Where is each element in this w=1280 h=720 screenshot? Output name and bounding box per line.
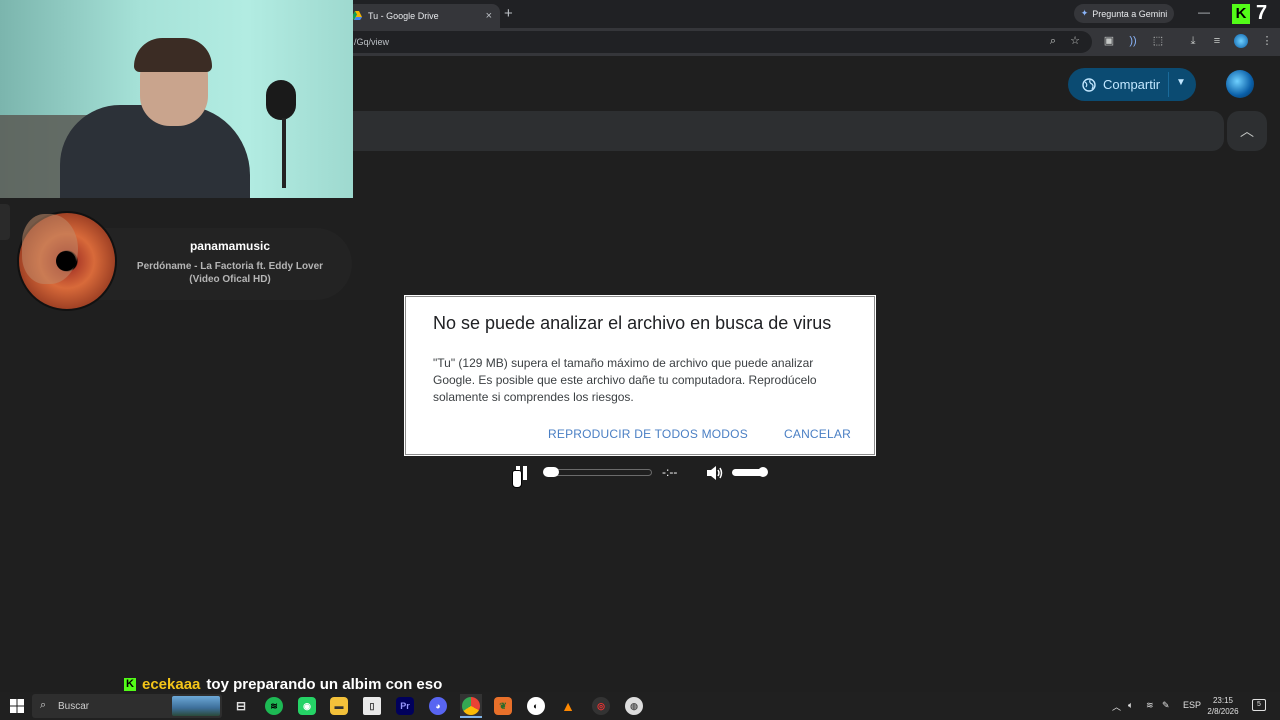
chat-message: K ecekaaa toy preparando un albim con es… — [124, 676, 442, 693]
url-text: /Gq/view — [354, 37, 390, 47]
kick-logo-icon: K — [1232, 4, 1250, 24]
share-dropdown-icon[interactable]: ▼ — [1176, 77, 1186, 88]
hand-cursor-icon — [512, 470, 522, 488]
notification-icon[interactable]: 5 — [1252, 699, 1266, 711]
whatsapp-icon[interactable]: ◉ — [298, 697, 316, 715]
dialog-body: "Tu" (129 MB) supera el tamaño máximo de… — [433, 356, 817, 404]
tab-close-icon[interactable]: × — [486, 10, 492, 22]
notepad-icon[interactable]: ▯ — [363, 697, 381, 715]
address-bar[interactable]: /Gq/view — [340, 31, 1092, 53]
browser-tab-drive[interactable]: Tu - Google Drive × — [346, 4, 500, 28]
virus-scan-dialog: No se puede analizar el archivo en busca… — [405, 296, 875, 455]
time-display: -:-- — [662, 465, 678, 479]
volume-knob[interactable] — [758, 467, 768, 477]
extension-audio-icon[interactable]: )) — [1126, 34, 1140, 48]
album-art-face — [22, 214, 78, 284]
language-indicator[interactable]: ESP — [1183, 700, 1201, 710]
extensions-puzzle-icon[interactable]: ⬚ — [1151, 34, 1165, 48]
download-icon[interactable]: ⤓ — [1186, 34, 1200, 48]
account-avatar[interactable] — [1226, 70, 1254, 98]
taskbar-search[interactable]: ⌕ Buscar — [32, 694, 222, 718]
side-tab — [0, 204, 10, 240]
fl-studio-icon[interactable]: ❦ — [494, 697, 512, 715]
reading-list-icon[interactable]: ≡ — [1210, 34, 1224, 48]
now-playing-username: panamamusic — [189, 239, 271, 253]
misc-app-icon[interactable]: ◍ — [625, 697, 643, 715]
share-divider — [1168, 72, 1169, 97]
extension-game-icon[interactable]: ▣ — [1102, 34, 1116, 48]
taskbar-clock[interactable]: 23:15 2/8/2026 — [1204, 695, 1242, 717]
profile-avatar-icon[interactable] — [1234, 34, 1248, 48]
vlc-icon[interactable]: ▲ — [559, 697, 577, 715]
kick-badge-icon: K — [124, 678, 136, 691]
now-playing-track: Perdóname - La Factoria ft. Eddy Lover (… — [136, 261, 324, 285]
webcam-streamer-hair — [134, 38, 212, 72]
speaker-icon[interactable]: 🔈︎ — [1128, 700, 1133, 711]
task-view-icon[interactable]: ⊟ — [232, 697, 250, 715]
chat-username: ecekaaa — [142, 676, 201, 693]
new-tab-button[interactable]: + — [504, 5, 513, 22]
webcam-mic-arm — [282, 118, 286, 188]
cancel-button[interactable]: CANCELAR — [784, 427, 851, 441]
search-placeholder: Buscar — [58, 700, 90, 712]
viewer-count: 7 — [1256, 2, 1268, 24]
gemini-button[interactable]: ✦ Pregunta a Gemini — [1074, 4, 1174, 23]
discord-icon[interactable]: ◕ — [429, 697, 447, 715]
file-info-bar — [346, 111, 1224, 151]
file-explorer-icon[interactable]: ▬ — [330, 697, 348, 715]
minimize-button[interactable]: — — [1198, 5, 1210, 19]
chat-text: toy preparando un albim con eso — [206, 676, 443, 693]
search-highlight-image — [172, 696, 220, 716]
pen-icon[interactable]: ✎ — [1162, 700, 1170, 711]
tray-expand-icon[interactable]: ︿ — [1112, 700, 1121, 713]
share-label: Compartir — [1103, 77, 1161, 92]
wifi-icon[interactable]: ≋ — [1146, 700, 1154, 711]
dialog-title: No se puede analizar el archivo en busca… — [433, 313, 832, 333]
bookmark-star-icon[interactable]: ☆ — [1068, 34, 1082, 48]
play-anyway-button[interactable]: REPRODUCIR DE TODOS MODOS — [548, 427, 748, 441]
premiere-pro-icon[interactable]: Pr — [396, 697, 414, 715]
spotify-icon[interactable]: ≋ — [265, 697, 283, 715]
seek-bar[interactable] — [544, 469, 652, 476]
obs-icon[interactable]: ◐ — [527, 697, 545, 715]
gemini-spark-icon: ✦ — [1080, 8, 1089, 18]
clock-time: 23:15 — [1212, 696, 1234, 705]
screen-recorder-icon[interactable]: ◎ — [592, 697, 610, 715]
webcam-microphone — [266, 80, 296, 120]
windows-start-icon[interactable] — [10, 699, 24, 713]
webcam-overlay — [0, 0, 353, 198]
volume-icon[interactable] — [706, 465, 724, 481]
clock-date: 2/8/2026 — [1207, 707, 1239, 716]
google-drive-icon — [352, 11, 362, 20]
browser-menu-icon[interactable]: ⋮ — [1260, 34, 1274, 48]
disc-center-hole — [56, 251, 76, 271]
chrome-icon[interactable] — [462, 697, 480, 715]
windows-taskbar: ⌕ Buscar ⊟ ≋ ◉ ▬ ▯ Pr ◕ ❦ ◐ ▲ ◎ ◍ ︿ 🔈︎ ≋… — [0, 692, 1280, 720]
globe-icon — [1082, 77, 1096, 92]
gemini-label: Pregunta a Gemini — [1092, 8, 1168, 19]
zoom-icon[interactable]: ⌕ — [1046, 34, 1060, 48]
seek-knob[interactable] — [543, 467, 559, 477]
search-icon: ⌕ — [40, 699, 47, 711]
tab-title: Tu - Google Drive — [368, 11, 439, 21]
collapse-chevron-up-icon[interactable]: ︿ — [1227, 111, 1267, 151]
screen: Tu - Google Drive × + ✦ Pregunta a Gemin… — [0, 0, 1280, 720]
